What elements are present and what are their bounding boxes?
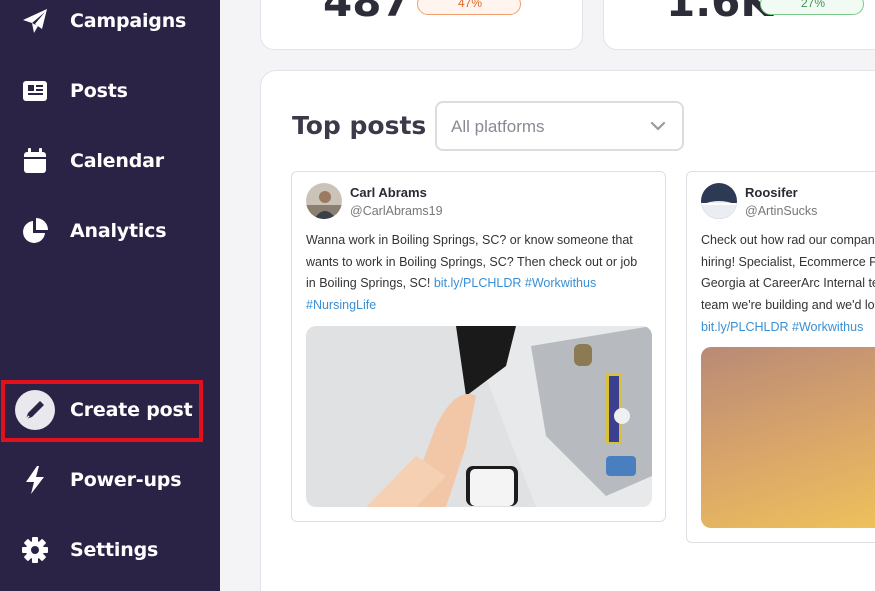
sidebar-item-label: Calendar	[70, 150, 164, 172]
sidebar-item-label: Campaigns	[70, 10, 187, 32]
sidebar-item-label: Posts	[70, 80, 128, 102]
post-hashtag[interactable]: #Workwithus	[792, 320, 863, 334]
stat-card: 1.6K 27%	[603, 0, 875, 50]
post-text: Check out how rad our company is hiring!…	[701, 230, 875, 339]
avatar	[701, 183, 737, 219]
post-hashtag[interactable]: #Workwithus	[525, 276, 596, 290]
post-text-line: wants to work in Boiling Springs, SC? Th…	[306, 254, 638, 269]
post-link[interactable]: bit.ly/PLCHLDR	[434, 276, 522, 290]
page-title: Top posts	[292, 111, 427, 140]
gear-icon	[20, 535, 50, 565]
platform-filter-value: All platforms	[451, 117, 545, 136]
post-text-line: team we're building and we'd lo	[701, 298, 875, 313]
avatar	[306, 183, 342, 219]
platform-filter-dropdown[interactable]: All platforms	[435, 101, 684, 151]
post-card[interactable]: Carl Abrams @CarlAbrams19 Wanna work in …	[291, 171, 666, 522]
sidebar-item-label: Settings	[70, 539, 159, 561]
stat-value: 1.6K	[666, 0, 773, 26]
main-content: 487 47% 1.6K 27% Top posts All platforms	[220, 0, 875, 591]
post-text-line: Wanna work in Boiling Springs, SC? or kn…	[306, 233, 633, 247]
chevron-down-icon	[650, 118, 666, 139]
post-card[interactable]: Roosifer @ArtinSucks Check out how rad o…	[686, 171, 875, 543]
post-author-handle: @CarlAbrams19	[350, 204, 443, 218]
post-hashtag[interactable]: #NursingLife	[306, 298, 376, 312]
sidebar-item-campaigns[interactable]: Campaigns	[0, 0, 220, 46]
post-text: Wanna work in Boiling Springs, SC? or kn…	[306, 230, 651, 317]
top-posts-panel: Top posts All platforms Carl Abrams @Car…	[260, 70, 875, 591]
stat-change-badge: 27%	[760, 0, 864, 15]
stat-value: 487	[323, 0, 411, 26]
post-image	[306, 326, 652, 507]
sidebar: Campaigns Posts Calendar Analytics Creat…	[0, 0, 220, 591]
post-author-name: Carl Abrams	[350, 185, 427, 200]
sidebar-item-analytics[interactable]: Analytics	[0, 206, 220, 256]
post-text-line: hiring! Specialist, Ecommerce Pe	[701, 254, 875, 269]
post-image	[701, 347, 875, 528]
post-author-name: Roosifer	[745, 185, 798, 200]
stat-change-badge: 47%	[417, 0, 521, 15]
post-text-line: in Boiling Springs, SC!	[306, 276, 431, 291]
sidebar-item-calendar[interactable]: Calendar	[0, 136, 220, 186]
newspaper-icon	[20, 76, 50, 106]
calendar-icon	[20, 146, 50, 176]
post-text-line: Check out how rad our company is	[701, 233, 875, 247]
paper-plane-icon	[20, 6, 50, 36]
sidebar-item-settings[interactable]: Settings	[0, 525, 220, 575]
lightning-icon	[20, 465, 50, 495]
sidebar-item-power-ups[interactable]: Power-ups	[0, 455, 220, 505]
highlight-annotation	[1, 380, 203, 442]
post-text-line: Georgia at CareerArc Internal te	[701, 276, 875, 291]
sidebar-item-label: Analytics	[70, 220, 167, 242]
pie-chart-icon	[20, 216, 50, 246]
post-link[interactable]: bit.ly/PLCHLDR	[701, 320, 789, 334]
sidebar-item-label: Power-ups	[70, 469, 182, 491]
post-author-handle: @ArtinSucks	[745, 204, 818, 218]
stat-card: 487 47%	[260, 0, 583, 50]
sidebar-item-posts[interactable]: Posts	[0, 66, 220, 116]
